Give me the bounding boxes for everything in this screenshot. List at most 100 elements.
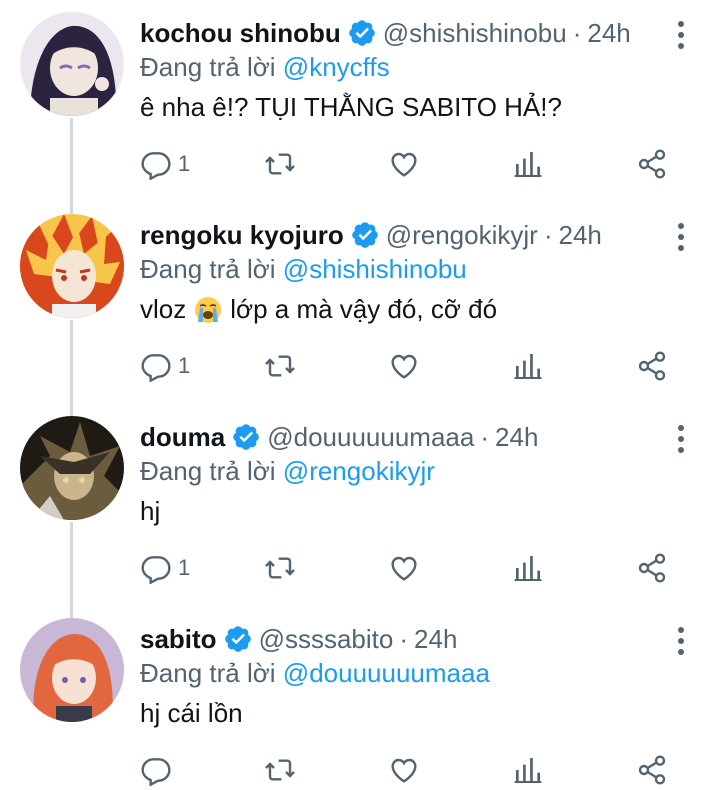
replying-to-label: Đang trả lời xyxy=(140,456,276,486)
like-button[interactable] xyxy=(388,346,420,386)
retweet-button[interactable] xyxy=(264,750,296,790)
mention-link[interactable]: @douuuuuumaaa xyxy=(283,658,490,688)
views-button[interactable] xyxy=(512,144,544,184)
views-button[interactable] xyxy=(512,750,544,790)
views-icon xyxy=(514,354,542,379)
tweet[interactable]: rengoku kyojuro @rengokikyjr · 24h Đang … xyxy=(0,202,718,404)
reply-button[interactable]: 1 xyxy=(140,548,190,588)
retweet-icon xyxy=(265,355,295,377)
display-name[interactable]: douma xyxy=(140,422,225,453)
replying-to-label: Đang trả lời xyxy=(140,658,276,688)
tweet-header: rengoku kyojuro @rengokikyjr · 24h xyxy=(140,218,602,252)
more-vertical-icon[interactable] xyxy=(676,424,686,454)
tweet[interactable]: kochou shinobu @shishishinobu · 24h Đang… xyxy=(0,0,718,202)
loudly-crying-face-icon xyxy=(195,296,222,323)
reply-count: 1 xyxy=(178,151,191,176)
timestamp[interactable]: 24h xyxy=(587,18,630,49)
display-name[interactable]: rengoku kyojuro xyxy=(140,220,344,251)
display-name[interactable]: kochou shinobu xyxy=(140,18,341,49)
tweet[interactable]: sabito @ssssabito · 24h Đang trả lời @do… xyxy=(0,606,718,789)
replying-to: Đang trả lời @shishishinobu xyxy=(140,254,467,285)
verified-badge-icon xyxy=(233,424,260,450)
reply-count: 1 xyxy=(178,353,191,378)
retweet-button[interactable] xyxy=(264,548,296,588)
user-handle[interactable]: @rengokikyjr xyxy=(386,220,538,251)
reply-icon xyxy=(141,758,171,786)
avatar[interactable] xyxy=(20,618,124,722)
verified-badge-icon xyxy=(351,222,378,248)
tweet-text-main: ê nha ê!? TỤI THẰNG SABITO HẢ!? xyxy=(140,92,562,122)
avatar-image xyxy=(20,214,124,318)
like-button[interactable] xyxy=(388,750,420,790)
avatar[interactable] xyxy=(20,214,124,318)
user-handle[interactable]: @shishishinobu xyxy=(383,18,567,49)
mention-link[interactable]: @shishishinobu xyxy=(283,254,467,284)
tweet-header: kochou shinobu @shishishinobu · 24h xyxy=(140,16,631,50)
replying-to: Đang trả lời @douuuuuumaaa xyxy=(140,658,490,689)
mention-link[interactable]: @rengokikyjr xyxy=(283,456,435,486)
share-button[interactable] xyxy=(636,144,668,184)
share-button[interactable] xyxy=(636,548,668,588)
views-icon xyxy=(514,556,542,581)
retweet-icon xyxy=(265,759,295,781)
action-bar: 1 xyxy=(140,144,680,184)
action-bar: 1 xyxy=(140,548,680,588)
reply-button[interactable]: 1 xyxy=(140,346,190,386)
like-icon xyxy=(391,556,417,581)
like-button[interactable] xyxy=(388,548,420,588)
tweet-header: sabito @ssssabito · 24h xyxy=(140,622,457,656)
like-icon xyxy=(391,354,417,379)
avatar[interactable] xyxy=(20,12,124,116)
reply-icon xyxy=(141,152,171,180)
replying-to: Đang trả lời @rengokikyjr xyxy=(140,456,435,487)
views-button[interactable] xyxy=(512,548,544,588)
reply-count: 1 xyxy=(178,555,191,580)
separator-dot: · xyxy=(572,17,582,48)
reply-icon xyxy=(141,556,171,584)
share-icon xyxy=(638,553,666,583)
more-vertical-icon[interactable] xyxy=(676,20,686,50)
tweet-text-main: hj cái lồn xyxy=(140,698,243,728)
separator-dot: · xyxy=(480,421,490,452)
tweet-header: douma @douuuuuumaaa · 24h xyxy=(140,420,538,454)
user-handle[interactable]: @douuuuuumaaa xyxy=(267,422,474,453)
tweet-text: ê nha ê!? TỤI THẰNG SABITO HẢ!? xyxy=(140,92,562,123)
retweet-button[interactable] xyxy=(264,346,296,386)
separator-dot: · xyxy=(543,219,553,250)
views-icon xyxy=(514,758,542,783)
avatar-image xyxy=(20,12,124,116)
user-handle[interactable]: @ssssabito xyxy=(259,624,394,655)
mention-link[interactable]: @knycffs xyxy=(283,52,390,82)
tweet-text-main: vloz xyxy=(140,294,187,324)
tweet[interactable]: douma @douuuuuumaaa · 24h Đang trả lời @… xyxy=(0,404,718,606)
timestamp[interactable]: 24h xyxy=(495,422,538,453)
reply-button[interactable]: 1 xyxy=(140,144,190,184)
timestamp[interactable]: 24h xyxy=(558,220,601,251)
retweet-icon xyxy=(265,153,295,175)
share-button[interactable] xyxy=(636,346,668,386)
tweet-text-main: hj xyxy=(140,496,161,526)
reply-button[interactable] xyxy=(140,750,178,790)
verified-badge-icon xyxy=(348,20,375,46)
avatar[interactable] xyxy=(20,416,124,520)
timestamp[interactable]: 24h xyxy=(414,624,457,655)
more-vertical-icon[interactable] xyxy=(676,222,686,252)
share-icon xyxy=(638,755,666,785)
retweet-button[interactable] xyxy=(264,144,296,184)
tweet-text: hj xyxy=(140,496,160,527)
action-bar xyxy=(140,750,680,790)
separator-dot: · xyxy=(399,623,409,654)
views-icon xyxy=(514,152,542,177)
share-button[interactable] xyxy=(636,750,668,790)
replying-to-label: Đang trả lời xyxy=(140,254,276,284)
tweet-text-rest: lớp a mà vậy đó, cỡ đó xyxy=(230,294,498,324)
views-button[interactable] xyxy=(512,346,544,386)
like-button[interactable] xyxy=(388,144,420,184)
avatar-image xyxy=(20,618,124,722)
verified-badge-icon xyxy=(224,626,251,652)
share-icon xyxy=(638,351,666,381)
action-bar: 1 xyxy=(140,346,680,386)
more-vertical-icon[interactable] xyxy=(676,626,686,656)
avatar-image xyxy=(20,416,124,520)
display-name[interactable]: sabito xyxy=(140,624,217,655)
